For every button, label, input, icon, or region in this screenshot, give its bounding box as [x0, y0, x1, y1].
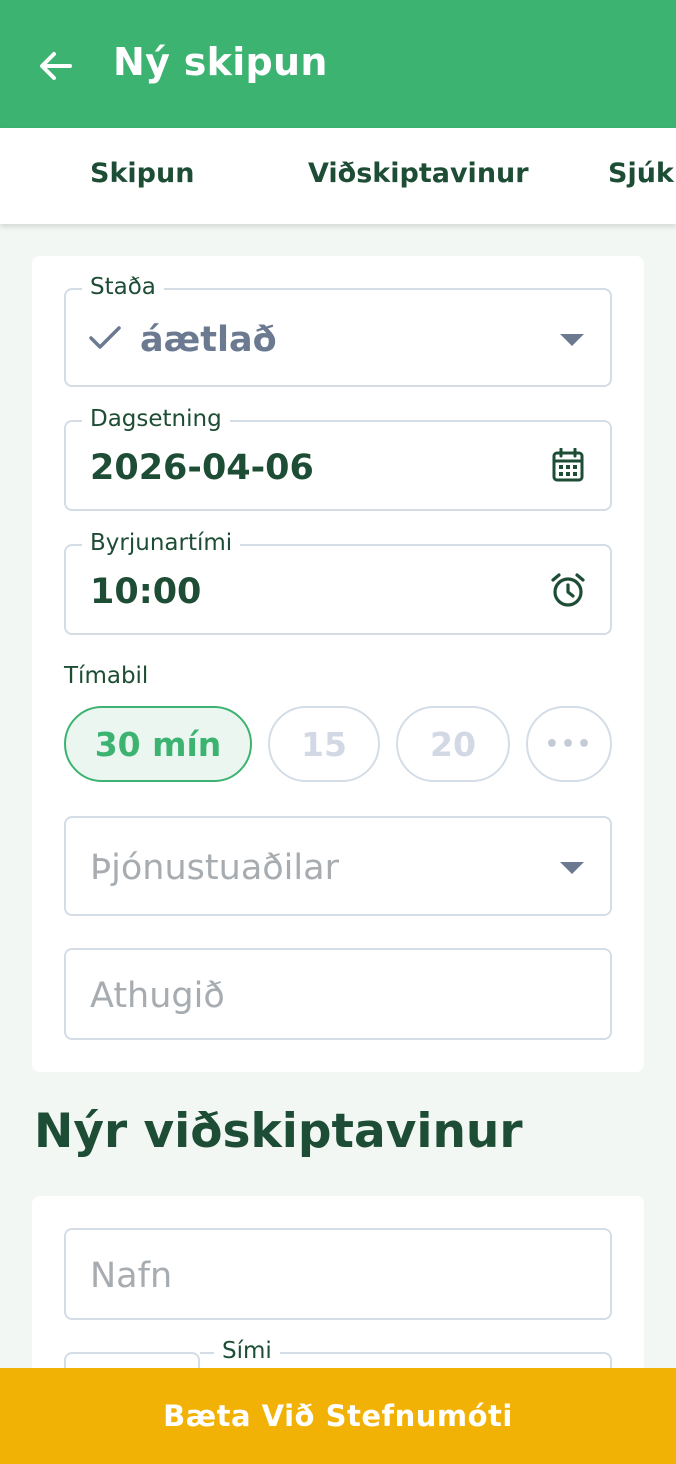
duration-label: Tímabil — [64, 663, 149, 689]
start-time-label: Byrjunartími — [82, 530, 241, 556]
tab-bar: Skipun Viðskiptavinur Sjúklingur — [0, 128, 676, 224]
new-client-title: Nýr viðskiptavinur — [34, 1104, 523, 1159]
date-label: Dagsetning — [82, 406, 230, 432]
more-options-button[interactable]: ••• — [526, 706, 612, 782]
app-bar: Ný skipun — [0, 0, 676, 128]
name-input[interactable]: Nafn — [64, 1228, 612, 1320]
providers-placeholder: Þjónustuaðilar — [90, 848, 339, 888]
tab-appointment[interactable]: Skipun — [90, 158, 194, 189]
start-time-value: 10:00 — [90, 572, 202, 612]
page-title: Ný skipun — [113, 40, 328, 84]
duration-chip-20[interactable]: 20 — [396, 706, 510, 782]
phone-label: Sími — [214, 1338, 280, 1364]
note-input[interactable]: Athugið — [64, 948, 612, 1040]
alarm-clock-icon[interactable] — [550, 572, 586, 608]
add-appointment-button[interactable]: Bæta Við Stefnumóti — [0, 1368, 676, 1464]
providers-select[interactable]: Þjónustuaðilar — [64, 816, 612, 916]
status-label: Staða — [82, 274, 164, 300]
calendar-icon[interactable] — [552, 448, 584, 482]
tab-patient[interactable]: Sjúklingur — [608, 158, 676, 189]
duration-chip-15[interactable]: 15 — [268, 706, 380, 782]
status-select[interactable]: Staða áætlað — [64, 274, 612, 387]
note-placeholder: Athugið — [90, 976, 225, 1016]
chevron-down-icon — [560, 334, 584, 346]
duration-chip-30[interactable]: 30 mín — [64, 706, 252, 782]
date-field[interactable]: Dagsetning 2026-04-06 — [64, 406, 612, 511]
check-icon — [89, 326, 121, 349]
chevron-down-icon — [560, 862, 584, 874]
date-value: 2026-04-06 — [90, 448, 314, 488]
tab-client[interactable]: Viðskiptavinur — [308, 158, 529, 189]
name-placeholder: Nafn — [90, 1256, 173, 1296]
start-time-field[interactable]: Byrjunartími 10:00 — [64, 530, 612, 635]
back-button[interactable] — [34, 44, 78, 88]
arrow-left-icon — [40, 52, 72, 80]
status-value: áætlað — [140, 320, 277, 360]
